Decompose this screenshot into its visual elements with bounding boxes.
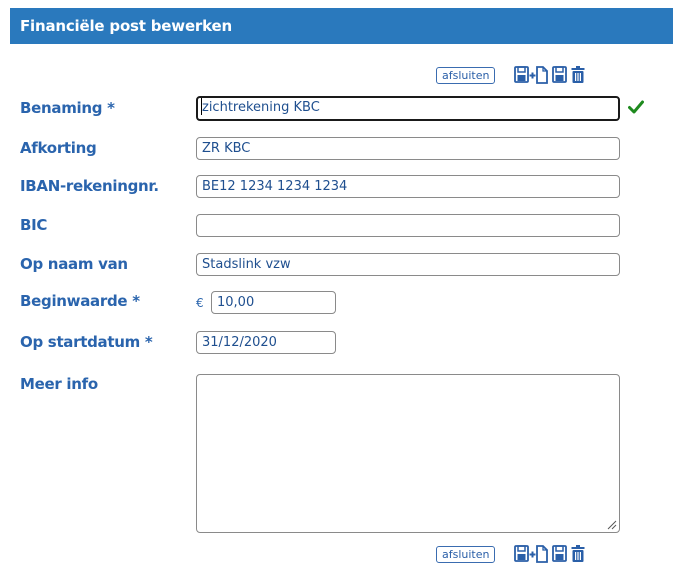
bic-input[interactable] — [196, 214, 620, 237]
abbreviation-label: Afkorting — [20, 139, 97, 157]
top-toolbar: afsluiten — [436, 64, 589, 86]
start-date-label: Op startdatum * — [20, 333, 153, 351]
save-icon[interactable] — [552, 66, 568, 84]
resize-grip-icon[interactable] — [607, 520, 617, 530]
initial-value-label: Beginwaarde * — [20, 292, 140, 310]
name-input[interactable]: zichtrekening KBC — [196, 96, 620, 121]
bottom-toolbar: afsluiten — [436, 543, 589, 565]
delete-icon[interactable] — [571, 545, 585, 563]
holder-label: Op naam van — [20, 255, 128, 273]
save-icon[interactable] — [552, 545, 568, 563]
name-label: Benaming * — [20, 99, 115, 117]
save-new-icon[interactable] — [514, 545, 549, 563]
currency-symbol: € — [196, 296, 204, 310]
delete-icon[interactable] — [571, 66, 585, 84]
iban-input[interactable]: BE12 1234 1234 1234 — [196, 175, 620, 198]
initial-value-input[interactable]: 10,00 — [211, 291, 336, 314]
page-title: Financiële post bewerken — [10, 8, 673, 44]
bic-label: BIC — [20, 216, 48, 234]
holder-input[interactable]: Stadslink vzw — [196, 253, 620, 276]
abbreviation-input[interactable]: ZR KBC — [196, 137, 620, 160]
text-caret — [201, 98, 202, 115]
valid-check-icon — [628, 100, 644, 114]
close-button-bottom[interactable]: afsluiten — [436, 545, 496, 563]
save-new-icon[interactable] — [514, 66, 549, 84]
iban-label: IBAN-rekeningnr. — [20, 177, 159, 195]
start-date-input[interactable]: 31/12/2020 — [196, 331, 336, 354]
more-info-label: Meer info — [20, 375, 98, 393]
close-button[interactable]: afsluiten — [436, 66, 496, 84]
more-info-textarea[interactable] — [196, 374, 620, 533]
